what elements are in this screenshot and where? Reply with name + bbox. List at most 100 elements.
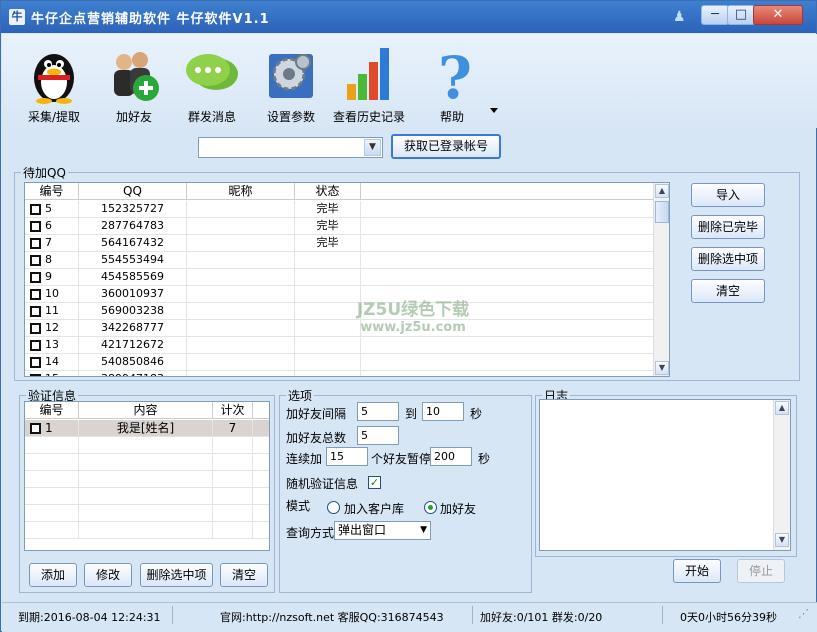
status-divider	[662, 606, 663, 624]
scroll-down-icon[interactable]: ▼	[655, 361, 669, 375]
random-verify-checkbox[interactable]: ✓	[368, 476, 381, 489]
mode-customer-radio[interactable]	[327, 501, 340, 514]
cell-nick	[187, 252, 295, 269]
pending-qq-table[interactable]: 编号 QQ 昵称 状态 5 152325727 完毕 6 287764783 完毕 7 564…	[24, 182, 670, 377]
mode-add-friend-label[interactable]: 加好友	[440, 500, 476, 517]
column-header[interactable]: 内容	[79, 402, 213, 419]
toolbar-label: 查看历史记录	[332, 110, 405, 124]
cell-nick	[187, 269, 295, 286]
vertical-scrollbar[interactable]: ▲ ▼	[653, 183, 669, 376]
import-button[interactable]: 导入	[691, 183, 765, 207]
delete-verify-selected-button[interactable]: 删除选中项	[140, 563, 213, 587]
cell-qq: 564167432	[79, 235, 187, 252]
start-button[interactable]: 开始	[673, 559, 721, 583]
add-verify-button[interactable]: 添加	[29, 563, 77, 587]
chevron-down-icon[interactable]: ▼	[364, 139, 381, 156]
maximize-button[interactable]: □	[727, 5, 755, 25]
cell-pad	[253, 488, 269, 505]
mode-add-friend-radio[interactable]	[424, 501, 437, 514]
table-row[interactable]: 11 569003238	[25, 303, 653, 320]
add-friend-button[interactable]: 加好友	[94, 40, 174, 128]
help-button[interactable]: ? 帮助	[412, 40, 492, 128]
cell-no: 10	[25, 286, 79, 303]
table-row[interactable]: 7 564167432 完毕	[25, 235, 653, 252]
column-header[interactable]: 昵称	[187, 183, 295, 200]
settings-button[interactable]: 设置参数	[251, 40, 331, 128]
edit-verify-button[interactable]: 修改	[84, 563, 132, 587]
pause-seconds-label: 秒	[478, 452, 491, 466]
cell-count	[213, 454, 253, 471]
log-textarea[interactable]: ▲ ▼	[539, 399, 791, 551]
cell-no: 14	[25, 354, 79, 371]
toolbar-label: 采集/提取	[27, 110, 81, 124]
cell-qq: 152325727	[79, 201, 187, 218]
minimize-button[interactable]: ─	[701, 5, 729, 25]
column-header-filler	[253, 402, 269, 419]
scroll-thumb[interactable]	[655, 201, 669, 223]
cell-status: 完毕	[295, 201, 361, 218]
chat-bubbles-icon	[186, 54, 238, 90]
query-label: 查询方式	[286, 526, 335, 540]
interval-to-input[interactable]: 10	[422, 402, 464, 421]
help-question-icon: ?	[438, 44, 472, 104]
cell-nick	[187, 201, 295, 218]
column-header[interactable]: 计次	[213, 402, 253, 419]
title-bar: 牛 牛仔企点营销辅助软件 牛仔软件V1.1 ♟ ─ □ ✕	[1, 1, 816, 33]
scroll-up-icon[interactable]: ▲	[655, 184, 669, 198]
stop-button[interactable]: 停止	[737, 559, 785, 583]
toolbar-dropdown-icon[interactable]	[490, 108, 498, 113]
delete-selected-button[interactable]: 删除选中项	[691, 247, 765, 271]
add-friend-icon	[114, 52, 159, 101]
column-header[interactable]: 编号	[25, 402, 79, 419]
query-select[interactable]: 弹出窗口 ▼	[334, 521, 431, 540]
cell-qq: 540850846	[79, 354, 187, 371]
cell-no: 11	[25, 303, 79, 320]
table-row[interactable]: 9 454585569	[25, 269, 653, 286]
table-row[interactable]: 5 152325727 完毕	[25, 201, 653, 218]
column-header[interactable]: 编号	[25, 183, 79, 200]
options-legend: 选项	[288, 389, 313, 403]
verify-info-table[interactable]: 编号 内容 计次 1 我是[姓名] 7	[24, 401, 270, 551]
cell-count: 7	[213, 420, 253, 437]
fetch-logged-accounts-button[interactable]: 获取已登录帐号	[391, 134, 501, 159]
cell-qq: 389947183	[79, 371, 187, 376]
total-input[interactable]: 5	[357, 426, 399, 445]
table-row[interactable]: 10 360010937	[25, 286, 653, 303]
resize-grip-icon[interactable]: ⋰	[798, 607, 809, 620]
table-row[interactable]: 12 342268777	[25, 320, 653, 337]
cell-pad	[253, 437, 269, 454]
scroll-up-icon[interactable]: ▲	[775, 401, 789, 415]
app-icon: 牛	[9, 9, 25, 25]
chevron-down-icon[interactable]: ▼	[420, 522, 427, 539]
table-row[interactable]: 1 我是[姓名] 7	[25, 420, 269, 437]
watermark: JZ5U绿色下载 www.jz5u.com	[348, 295, 478, 335]
cell-status	[295, 354, 361, 371]
column-header[interactable]: 状态	[295, 183, 361, 200]
history-button[interactable]: 查看历史记录	[329, 40, 409, 128]
delete-done-button[interactable]: 删除已完毕	[691, 215, 765, 239]
clear-verify-button[interactable]: 清空	[220, 563, 268, 587]
table-row[interactable]: 6 287764783 完毕	[25, 218, 653, 235]
pause-input[interactable]: 200	[430, 447, 472, 466]
cell-qq: 454585569	[79, 269, 187, 286]
table-row[interactable]: 8 554553494	[25, 252, 653, 269]
clear-pending-button[interactable]: 清空	[691, 279, 765, 303]
close-button[interactable]: ✕	[753, 5, 803, 25]
group-message-button[interactable]: 群发消息	[172, 40, 252, 128]
watermark-line2: www.jz5u.com	[360, 320, 466, 335]
batch-input[interactable]: 15	[326, 447, 368, 466]
scroll-down-icon[interactable]: ▼	[775, 533, 789, 547]
table-row[interactable]: 14 540850846	[25, 354, 653, 371]
interval-from-input[interactable]: 5	[357, 402, 399, 421]
collect-extract-button[interactable]: 采集/提取	[14, 40, 94, 128]
account-select[interactable]: ▼	[198, 137, 383, 158]
table-row[interactable]: 13 421712672	[25, 337, 653, 354]
column-header[interactable]: QQ	[79, 183, 187, 200]
table-row[interactable]: 15389947183	[25, 371, 653, 376]
main-window: 牛 牛仔企点营销辅助软件 牛仔软件V1.1 ♟ ─ □ ✕ 采集/提取 加好友 …	[0, 0, 817, 632]
mode-customer-label[interactable]: 加入客户库	[344, 500, 404, 517]
person-icon[interactable]: ♟	[673, 9, 687, 25]
cell-nick	[187, 235, 295, 252]
cell-no: 9	[25, 269, 79, 286]
log-scrollbar[interactable]: ▲ ▼	[773, 400, 790, 550]
